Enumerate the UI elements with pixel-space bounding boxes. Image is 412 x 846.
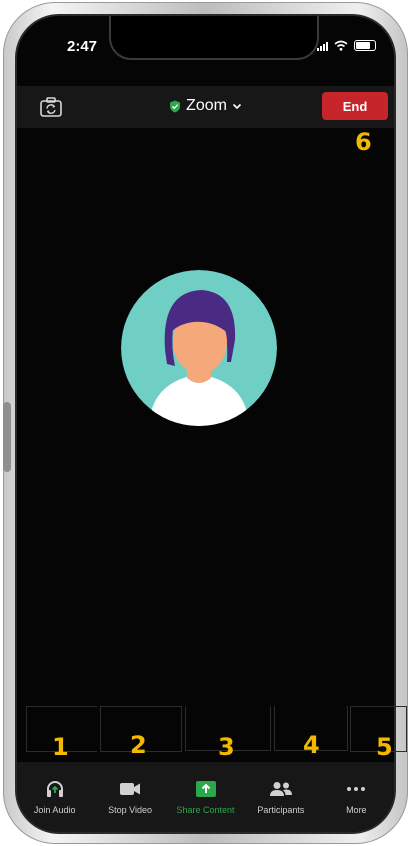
annotation-label-5: 5 (376, 733, 393, 761)
status-time: 2:47 (67, 38, 98, 55)
more-dots-icon (347, 787, 366, 791)
share-arrow-icon (195, 781, 216, 797)
side-button (3, 402, 11, 472)
chevron-down-icon (232, 103, 242, 109)
more-button[interactable]: More (319, 762, 394, 832)
annotation-label-6: 6 (355, 128, 372, 156)
participants-button[interactable]: Participants (243, 762, 318, 832)
share-content-button[interactable]: Share Content (168, 762, 243, 832)
status-icons (317, 40, 376, 51)
battery-icon (354, 40, 376, 51)
headphones-icon (46, 781, 63, 797)
join-audio-button[interactable]: Join Audio (17, 762, 92, 832)
video-camera-icon (120, 783, 141, 795)
shield-check-icon (170, 100, 181, 112)
annotation-label-2: 2 (130, 731, 147, 759)
user-avatar (121, 270, 277, 426)
stop-video-button[interactable]: Stop Video (92, 762, 167, 832)
join-audio-label: Join Audio (33, 805, 76, 815)
annotation-label-3: 3 (218, 733, 235, 761)
status-bar: 2:47 (17, 16, 394, 86)
participants-icon (269, 782, 292, 796)
annotation-label-4: 4 (303, 731, 320, 759)
notch (109, 16, 319, 60)
meeting-top-bar: Zoom End (17, 86, 394, 128)
wifi-icon (334, 40, 348, 51)
more-label: More (346, 805, 367, 815)
signal-icon (317, 41, 328, 51)
meeting-title-label: Zoom (186, 97, 227, 114)
meeting-toolbar: Join Audio Stop Video Share Content Part… (17, 762, 394, 832)
share-content-label: Share Content (176, 805, 235, 815)
participants-label: Participants (257, 805, 305, 815)
end-button[interactable]: End (322, 92, 388, 120)
stop-video-label: Stop Video (108, 805, 153, 815)
annotation-label-1: 1 (52, 733, 69, 761)
